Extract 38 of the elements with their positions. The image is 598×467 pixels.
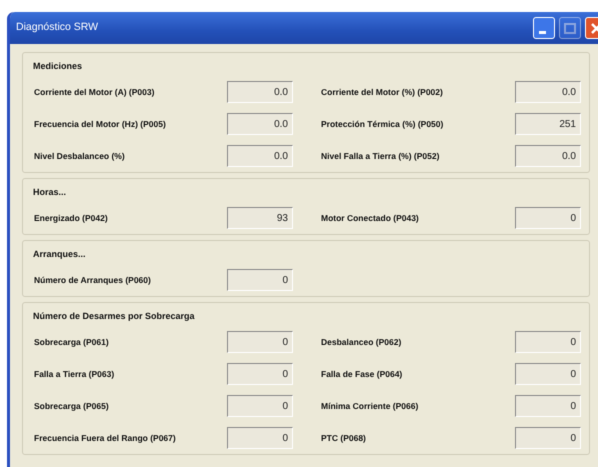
field-label: Falla de Fase (P064) <box>321 368 404 380</box>
field-label: Energizado (P042) <box>34 212 109 224</box>
field-label: Frecuencia Fuera del Rango (P067) <box>34 432 177 444</box>
value-field[interactable]: 0 <box>227 395 293 417</box>
window-title: Diagnóstico SRW <box>16 20 98 36</box>
value-field[interactable]: 0 <box>227 363 293 385</box>
value-field[interactable]: 0.0 <box>515 145 581 167</box>
value-field[interactable]: 0.0 <box>227 113 293 135</box>
field-label: Protección Térmica (%) (P050) <box>321 118 444 130</box>
field-label: Número de Arranques (P060) <box>34 274 152 286</box>
field-label: Frecuencia del Motor (Hz) (P005) <box>34 118 167 130</box>
minimize-button[interactable] <box>533 17 555 39</box>
value-field[interactable]: 0 <box>227 269 293 291</box>
field-label: Nivel Desbalanceo (%) <box>34 150 126 162</box>
field-label: PTC (P068) <box>321 432 367 444</box>
value-field[interactable]: 0 <box>227 427 293 449</box>
field-label: Sobrecarga (P061) <box>34 336 110 348</box>
field-label: Desbalanceo (P062) <box>321 336 402 348</box>
minimize-icon <box>539 31 546 34</box>
value-field[interactable]: 0 <box>515 331 581 353</box>
field-label: Mínima Corriente (P066) <box>321 400 420 412</box>
field-label: Falla a Tierra (P063) <box>34 368 116 380</box>
value-field[interactable]: 0.0 <box>227 81 293 103</box>
value-field[interactable]: 0 <box>227 331 293 353</box>
value-field[interactable]: 0.0 <box>515 81 581 103</box>
value-field[interactable]: 0 <box>515 207 581 229</box>
field-label: Motor Conectado (P043) <box>321 212 420 224</box>
maximize-icon <box>564 22 576 34</box>
field-label: Nivel Falla a Tierra (%) (P052) <box>321 150 440 162</box>
field-label: Corriente del Motor (%) (P002) <box>321 86 444 98</box>
value-field[interactable]: 93 <box>227 207 293 229</box>
field-label: Sobrecarga (P065) <box>34 400 110 412</box>
value-field[interactable]: 251 <box>515 113 581 135</box>
value-field[interactable]: 0 <box>515 427 581 449</box>
value-field[interactable]: 0 <box>515 395 581 417</box>
value-field[interactable]: 0 <box>515 363 581 385</box>
value-field[interactable]: 0.0 <box>227 145 293 167</box>
field-label: Corriente del Motor (A) (P003) <box>34 86 156 98</box>
